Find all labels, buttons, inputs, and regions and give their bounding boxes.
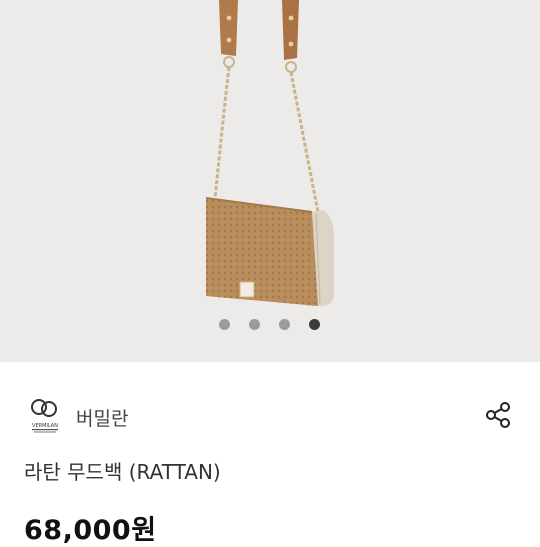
share-button[interactable] xyxy=(482,398,516,432)
product-image-gallery[interactable] xyxy=(0,0,540,362)
brand-row[interactable]: VERMILAN 버밀란 xyxy=(24,396,524,436)
brand-name[interactable]: 버밀란 xyxy=(76,404,128,431)
gallery-dot[interactable] xyxy=(219,319,230,330)
product-image xyxy=(205,0,334,306)
brand-logo-icon[interactable]: VERMILAN xyxy=(24,396,66,434)
gallery-dot[interactable] xyxy=(249,319,260,330)
product-title: 라탄 무드백 (RATTAN) xyxy=(24,460,221,484)
brand-logo-text: VERMILAN xyxy=(32,423,58,429)
gallery-pagination xyxy=(219,319,320,330)
gallery-dot-active[interactable] xyxy=(309,319,320,330)
product-price: 68,000원 xyxy=(24,515,157,546)
share-icon xyxy=(486,402,510,428)
gallery-dot[interactable] xyxy=(279,319,290,330)
